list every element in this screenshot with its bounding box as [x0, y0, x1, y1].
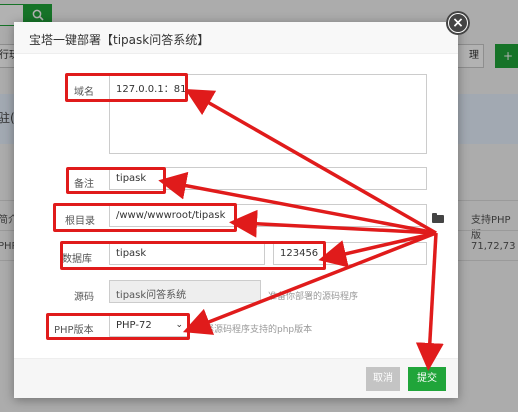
dialog-header: 宝塔一键部署【tipask问答系统】 [14, 22, 458, 54]
annotation-box-domain [65, 73, 188, 102]
submit-button[interactable]: 提交 [408, 367, 446, 391]
annotation-box-php [46, 313, 190, 340]
annotation-box-remark [66, 167, 166, 194]
annotation-box-database [60, 241, 326, 270]
cancel-button[interactable]: 取消 [366, 367, 400, 391]
close-button[interactable]: × [446, 11, 470, 35]
close-icon: × [452, 15, 464, 31]
source-hint: 准备你部署的源码程序 [268, 292, 359, 302]
php-version-hint: 选择源码程序支持的php版本 [196, 325, 313, 335]
source-input: tipask问答系统 [109, 280, 261, 303]
dialog-title: 宝塔一键部署【tipask问答系统】 [29, 33, 210, 47]
source-label: 源码 [74, 292, 94, 303]
folder-open-icon[interactable] [432, 213, 444, 223]
annotation-box-root [53, 203, 237, 232]
